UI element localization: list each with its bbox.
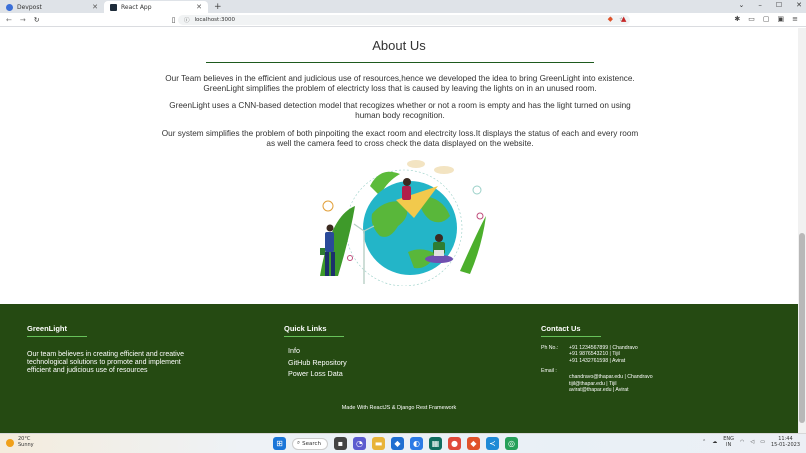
contact-title: Contact Us [541,324,581,333]
taskbar-apps: ⊞ ⌕ Search ▪ ◔ ▬ ◆ ◐ ▦ ● ◆ ≺ ◎ [273,437,518,450]
page-scrollbar[interactable] [798,28,806,433]
contact-details: Ph No.: +91 1234567899 | Chandravo +91 9… [541,345,669,393]
phone-list: +91 1234567899 | Chandravo +91 987654321… [569,345,669,364]
sidebar-icon[interactable]: ▭ [748,15,755,23]
store-icon[interactable]: ▦ [429,437,442,450]
taskbar-search[interactable]: ⌕ Search [292,437,328,450]
footer-contact-column: Contact Us Ph No.: +91 1234567899 | Chan… [541,324,669,393]
tab-react-app[interactable]: React App ✕ [104,1,208,13]
about-paragraph: GreenLight uses a CNN-based detection mo… [169,101,631,120]
extensions-icon[interactable]: ✱ [734,15,740,23]
region-code: IN [725,442,732,448]
back-icon[interactable]: ← [6,16,12,24]
volume-icon[interactable]: ◁ [750,439,754,445]
info-icon: ⓘ [184,18,190,24]
chrome-icon[interactable]: ● [448,437,461,450]
chat-icon[interactable]: ◔ [353,437,366,450]
search-label: Search [302,440,321,447]
wallet-icon[interactable]: ▣ [778,15,785,23]
clock[interactable]: 11:44 15-01-2023 [771,436,800,448]
email-label: Email : [541,368,557,375]
devpost-favicon-icon [6,3,13,11]
minimize-icon[interactable]: – [758,1,762,9]
edge-icon[interactable]: ◐ [410,437,423,450]
language-indicator[interactable]: ENG IN [723,436,734,448]
email-list: chandravo@thapar.edu | Chandravo tijil@t… [569,374,669,393]
footer-brand-title: GreenLight [27,324,68,333]
address-bar[interactable]: ⓘ localhost:3000 ⇪ ☆ [178,15,630,25]
whatsapp-icon[interactable]: ◎ [505,437,518,450]
eco-earth-illustration [320,160,486,286]
heading-underline [284,336,344,337]
task-view-icon[interactable]: ▪ [334,437,347,450]
chevron-down-icon[interactable]: ⌄ [738,1,744,9]
email-item[interactable]: avirat@thapar.edu | Avirat [569,387,669,393]
tab-devpost[interactable]: Devpost ✕ [0,1,104,13]
system-tray: ⌃ ☁ ENG IN ◠ ◁ ▭ 11:44 15-01-2023 [702,436,800,448]
battery-icon[interactable]: ▭ [760,439,765,445]
url-text: localhost:3000 [194,17,236,23]
footer-brand-column: GreenLight Our team believes in creating… [27,324,197,375]
browser-tab-strip: Devpost ✕ React App ✕ + [0,0,806,13]
footer-brand-text: Our team believes in creating efficient … [27,351,185,374]
close-tab-icon[interactable]: ✕ [92,3,98,11]
rewards-icon[interactable]: ▲ [621,15,626,23]
weather-widget[interactable]: 20°C Sunny [6,436,34,448]
sun-icon [6,438,14,447]
heading-underline [541,336,601,337]
weather-desc: Sunny [18,441,34,448]
bookmark-icon[interactable]: ▯ [172,16,176,24]
site-footer: GreenLight Our team believes in creating… [0,304,798,433]
file-explorer-icon[interactable]: ▬ [372,437,385,450]
window-icon[interactable]: ▢ [763,15,770,23]
made-with-text: Made With ReactJS & Django Rest Framewor… [341,405,457,411]
tab-label: React App [121,3,152,11]
phone-item: +91 1432761598 | Avirat [569,357,626,364]
footer-links-column: Quick Links Info GitHub Repository Power… [284,324,347,380]
dropbox-icon[interactable]: ◆ [391,437,404,450]
heading-underline [27,336,87,337]
link-info[interactable]: Info [288,345,347,357]
cloud-icon[interactable]: ☁ [712,439,717,445]
clock-date: 15-01-2023 [770,442,800,448]
menu-icon[interactable]: ≡ [792,15,798,23]
wifi-icon[interactable]: ◠ [740,439,744,445]
quick-links-title: Quick Links [284,324,327,333]
brave-shield-icon[interactable]: ◆ [608,15,613,23]
scrollbar-thumb[interactable] [799,233,805,423]
close-tab-icon[interactable]: ✕ [196,3,202,11]
reload-icon[interactable]: ↻ [34,16,40,24]
maximize-icon[interactable]: ☐ [776,1,782,9]
windows-start-icon[interactable]: ⊞ [273,437,286,450]
windows-taskbar: 20°C Sunny ⊞ ⌕ Search ▪ ◔ ▬ ◆ ◐ ▦ ● ◆ ≺ … [0,433,806,453]
about-paragraph: Our system simplifies the problem of bot… [161,129,639,148]
about-title: About Us [372,38,426,53]
page-viewport: About Us Our Team believes in the effici… [0,28,798,433]
window-controls: ⌄ – ☐ ✕ [738,1,802,9]
link-github-repository[interactable]: GitHub Repository [288,357,347,369]
vscode-icon[interactable]: ≺ [486,437,499,450]
title-divider [206,62,594,63]
plus-icon[interactable]: + [208,1,228,13]
link-power-loss-data[interactable]: Power Loss Data [288,368,347,380]
tab-label: Devpost [17,3,42,11]
forward-icon[interactable]: → [20,16,26,24]
search-icon: ⌕ [297,440,301,446]
toolbar-actions: ◆ ▲ ✱ ▭ ▢ ▣ ≡ [608,15,798,23]
brave-icon[interactable]: ◆ [467,437,480,450]
close-icon[interactable]: ✕ [796,1,802,9]
chevron-up-icon[interactable]: ⌃ [702,439,706,445]
phone-label: Ph No.: [541,345,559,351]
react-app-favicon-icon [110,3,117,11]
about-paragraph: Our Team believes in the efficient and j… [165,74,635,93]
